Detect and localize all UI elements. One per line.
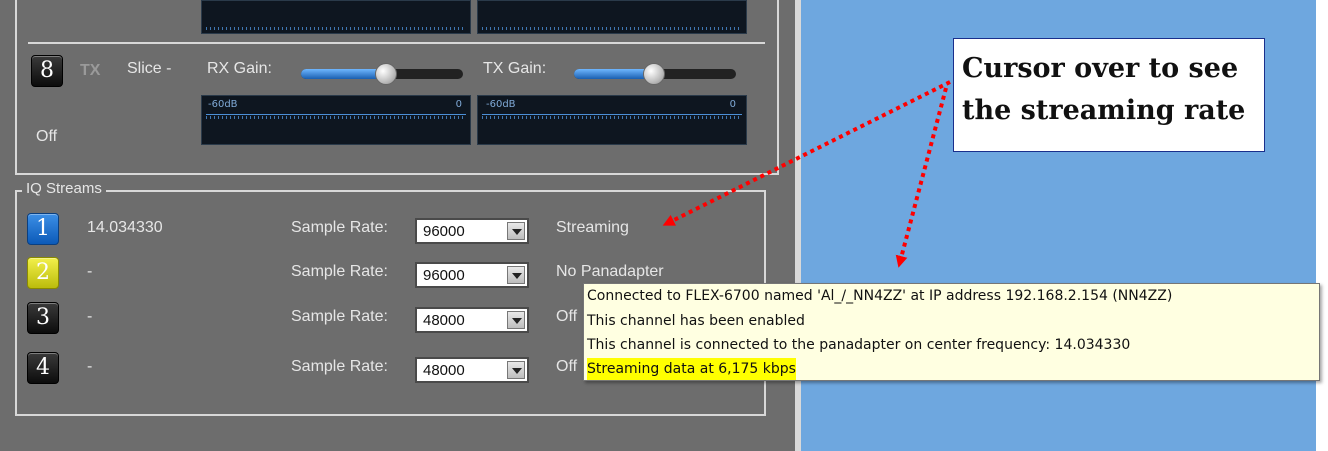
tooltip-line-1: Connected to FLEX-6700 named 'Al_/_NN4ZZ… [587,288,1173,304]
arrow-to-streaming-status [662,80,951,226]
arrow-to-tooltip [895,87,948,268]
annotation-arrows [662,80,951,268]
tooltip-line-4-highlight: Streaming data at 6,175 kbps [587,358,796,380]
stream-info-tooltip: Connected to FLEX-6700 named 'Al_/_NN4ZZ… [583,283,1320,381]
tooltip-line-3: This channel is connected to the panadap… [587,337,1131,353]
tooltip-line-2: This channel has been enabled [587,313,805,329]
